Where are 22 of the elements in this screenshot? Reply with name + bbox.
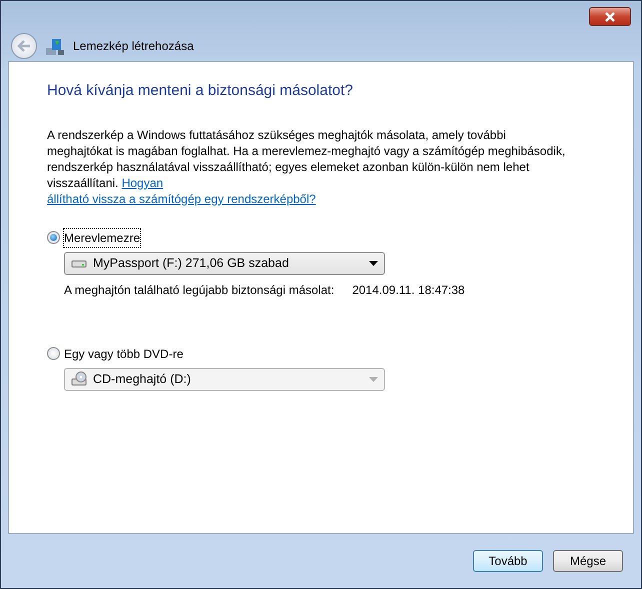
backup-date: 2014.09.11. 18:47:38 xyxy=(352,282,465,298)
close-button[interactable] xyxy=(589,7,631,26)
help-link[interactable]: Hogyan xyxy=(122,176,164,190)
help-link[interactable]: állítható vissza a számítógép egy rendszerképből? xyxy=(47,192,316,206)
window-title: Lemezkép létrehozása xyxy=(73,38,194,55)
radio-button[interactable] xyxy=(47,231,60,244)
drive-dropdown[interactable]: MyPassport (F:) 271,06 GB szabad xyxy=(64,252,385,274)
cancel-button[interactable]: Mégse xyxy=(553,550,623,572)
description-text: A rendszerkép a Windows futtatásához szükséges meghajtók másolata, amely további meghajtókat is magában foglalhat. Ha a merevlemez-meghajtó vagy a számítógép meghibásodik, rendszerkép használatával visszaállítható; egyes elemeket azonban külön-külön nem lehet visszaállítani. Hogyan állítható vissza a számítógép egy rendszerképből? xyxy=(47,126,566,206)
backup-icon xyxy=(45,36,65,56)
dropdown-arrow-icon xyxy=(369,260,378,266)
option-label[interactable]: Egy vagy több DVD-re xyxy=(64,344,184,362)
back-button[interactable] xyxy=(11,33,37,59)
info-label: A meghajtón található legújabb biztonsági másolat: xyxy=(64,282,334,298)
option-label[interactable]: Merevlemezre xyxy=(64,228,140,246)
page-heading: Hová kívánja menteni a biztonsági másolatot? xyxy=(47,81,354,101)
dropdown-arrow-icon xyxy=(369,376,378,382)
next-button[interactable]: Tovább xyxy=(473,550,543,572)
optical-drive-icon xyxy=(71,371,87,387)
back-arrow-icon xyxy=(17,40,31,52)
radio-button[interactable] xyxy=(47,347,60,360)
close-icon xyxy=(604,12,616,22)
